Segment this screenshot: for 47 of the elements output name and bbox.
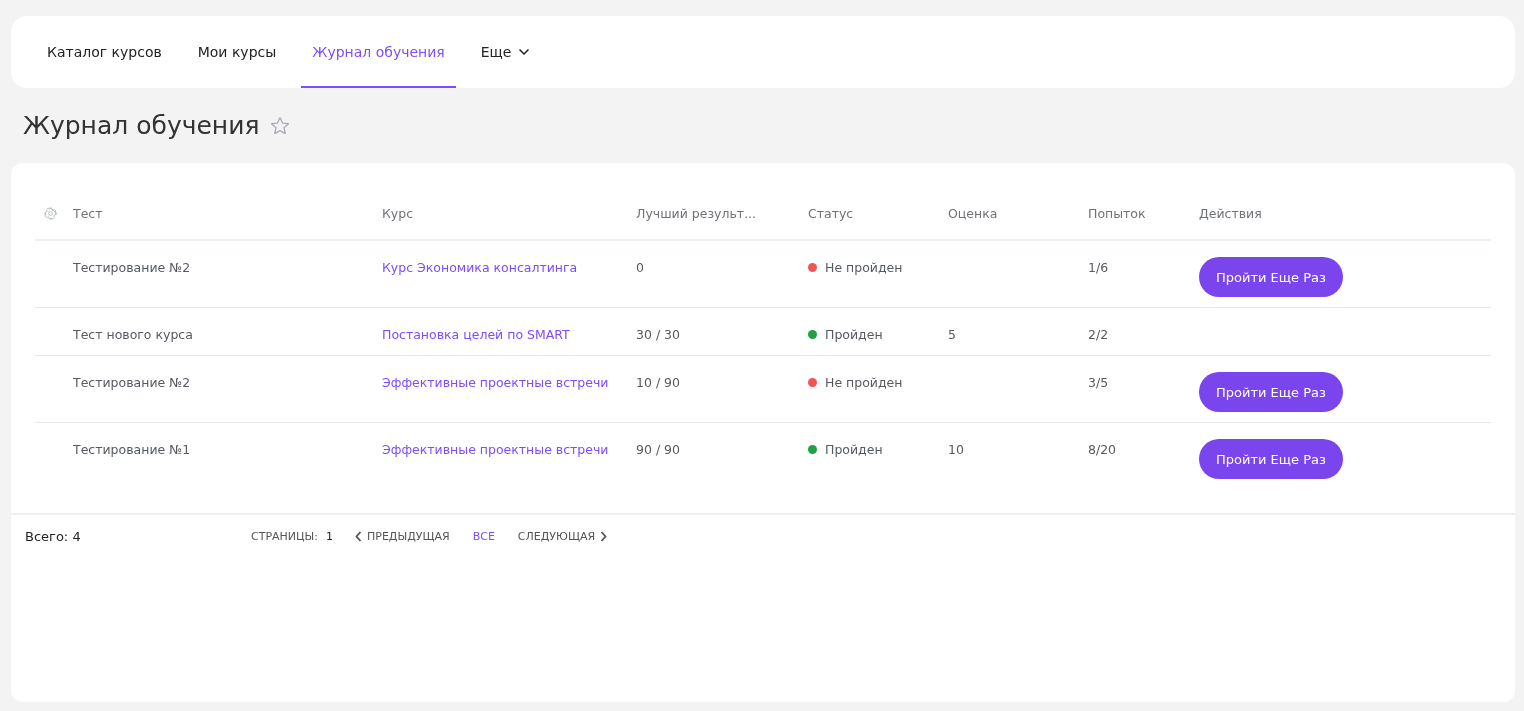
status-label: Не пройден	[825, 259, 903, 277]
status-label: Не пройден	[825, 374, 903, 392]
column-header: Курс	[382, 205, 415, 221]
page-title: Журнал обучения	[23, 111, 260, 140]
course-link[interactable]: Эффективные проектные встречи	[382, 372, 609, 393]
table-cell-text: 10	[948, 441, 965, 459]
table-cell-text: 1/6	[1088, 259, 1110, 277]
table-cell-text: Тестирование №1	[73, 441, 192, 459]
settings-icon[interactable]	[44, 206, 57, 220]
current-page: 1	[326, 529, 333, 543]
table-cell-text: 10 / 90	[636, 374, 681, 392]
all-pages-button[interactable]: ВСЕ	[472, 529, 495, 543]
course-link[interactable]: Курс Экономика консалтинга	[382, 257, 578, 278]
column-header: Статус	[808, 205, 855, 221]
table-cell-text: 90 / 90	[636, 441, 681, 459]
course-link[interactable]: Постановка целей по SMART	[382, 324, 570, 345]
nav-tab[interactable]: Журнал обучения	[301, 16, 456, 88]
chevron-left-icon	[355, 530, 362, 542]
retry-button[interactable]: Пройти Еще Раз	[1199, 257, 1343, 297]
table-cell-text: 8/20	[1088, 441, 1118, 459]
status-label: Пройден	[825, 441, 883, 459]
pages-label: СТРАНИЦЫ:	[251, 529, 318, 543]
table-cell-text: 2/2	[1088, 326, 1110, 344]
column-header: Лучший результ...	[636, 205, 758, 221]
column-header: Тест	[73, 205, 104, 221]
previous-button[interactable]: ПРЕДЫДУЩАЯ	[355, 529, 450, 543]
next-button[interactable]: СЛЕДУЮЩАЯ	[517, 529, 608, 543]
table-cell-text: Тест нового курса	[73, 326, 194, 344]
table-cell-text: Тестирование №2	[73, 259, 192, 277]
star-icon[interactable]	[269, 114, 292, 137]
nav-tab[interactable]: Мои курсы	[186, 16, 288, 88]
table-cell-text: 30 / 30	[636, 326, 681, 344]
table-cell-text: 0	[636, 259, 645, 277]
column-header: Оценка	[948, 205, 999, 221]
column-header: Действия	[1199, 205, 1263, 221]
nav-tab[interactable]: Каталог курсов	[36, 16, 173, 88]
retry-button[interactable]: Пройти Еще Раз	[1199, 439, 1343, 479]
chevron-right-icon	[600, 530, 608, 542]
table-cell-text: Тестирование №2	[73, 374, 192, 392]
table-cell-text: 3/5	[1088, 374, 1110, 392]
status-label: Пройден	[825, 326, 883, 344]
nav-tab[interactable]: Еще	[469, 16, 542, 88]
table-cell-text: 5	[948, 326, 957, 344]
course-link[interactable]: Эффективные проектные встречи	[382, 439, 609, 460]
retry-button[interactable]: Пройти Еще Раз	[1199, 372, 1343, 412]
column-header: Попыток	[1088, 205, 1147, 221]
total-count: Всего: 4	[25, 528, 82, 544]
